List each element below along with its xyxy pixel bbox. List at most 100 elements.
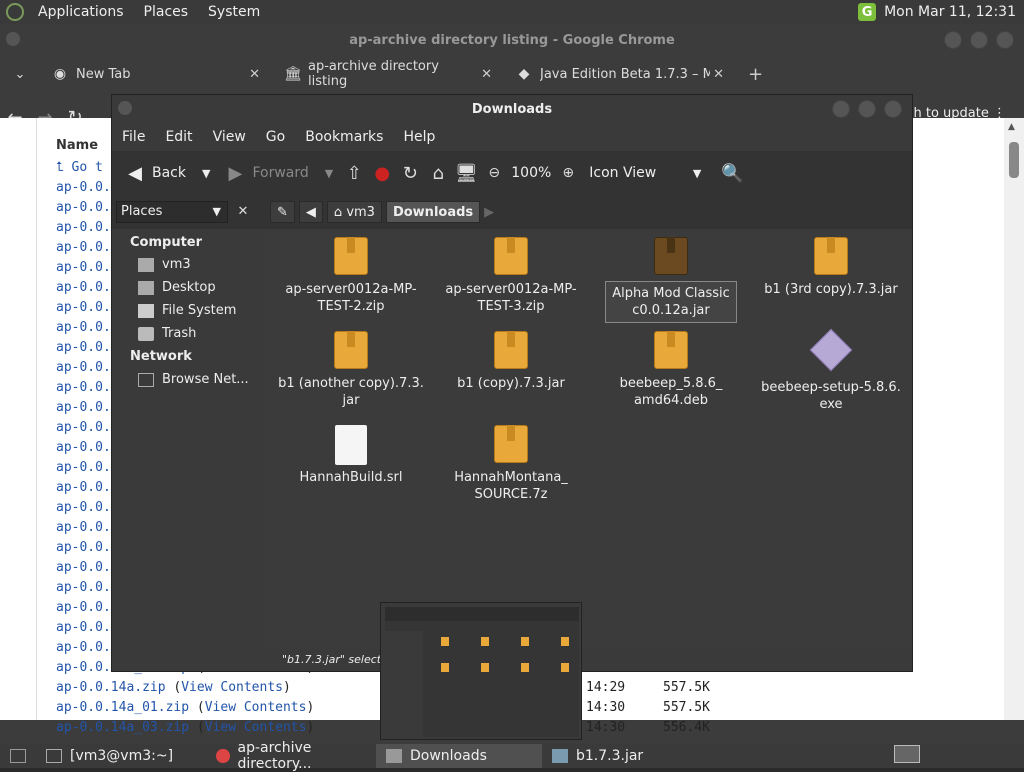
file-item[interactable]: Alpha Mod Classic c0.0.12a.jar (596, 237, 746, 323)
forward-history-dropdown-icon[interactable]: ▼ (325, 167, 333, 180)
file-link[interactable]: ap-0.0. (56, 280, 111, 295)
page-scrollbar[interactable]: ▲ (1004, 118, 1024, 720)
crumb-left-icon[interactable]: ◀ (298, 201, 323, 223)
tab-java-edition[interactable]: ◆ Java Edition Beta 1.7.3 – Mine ✕ (504, 56, 736, 92)
menu-bookmarks[interactable]: Bookmarks (295, 129, 393, 145)
file-item[interactable]: HannahMontana_ SOURCE.7z (436, 425, 586, 503)
distro-logo-icon[interactable] (6, 3, 24, 21)
workspace-switcher[interactable] (894, 745, 920, 767)
close-button[interactable] (996, 31, 1014, 49)
tab-new-tab[interactable]: ◉ New Tab ✕ (40, 56, 272, 92)
file-link[interactable]: ap-0.0. (56, 580, 111, 595)
zoom-in-icon[interactable]: ⊕ (557, 162, 579, 184)
file-link[interactable]: ap-0.0. (56, 600, 111, 615)
window-menu-button[interactable] (6, 32, 20, 46)
view-mode-select[interactable]: Icon View ▼ (585, 165, 705, 181)
fm-maximize-button[interactable] (858, 100, 876, 118)
file-link[interactable]: ap-0.0. (56, 220, 111, 235)
forward-button[interactable]: ▶ Forward ▼ (220, 162, 337, 184)
fm-close-button[interactable] (884, 100, 902, 118)
zoom-out-icon[interactable]: ⊖ (483, 162, 505, 184)
crumb-right-icon[interactable]: ▶ (484, 205, 494, 220)
file-link[interactable]: ap-0.0. (56, 200, 111, 215)
file-link[interactable]: ap-0.0. (56, 320, 111, 335)
file-link[interactable]: ap-0.0. (56, 340, 111, 355)
computer-icon[interactable]: 🖥 (455, 162, 478, 184)
file-link[interactable]: ap-0.0.14a.zip (56, 680, 166, 695)
scroll-up-icon[interactable]: ▲ (1008, 122, 1015, 132)
reload-icon[interactable]: ↻ (399, 162, 421, 184)
clock[interactable]: Mon Mar 11, 12:31 (884, 4, 1016, 20)
places-menu[interactable]: Places (138, 4, 195, 20)
file-link[interactable]: ap-0.0. (56, 520, 111, 535)
menu-help[interactable]: Help (393, 129, 445, 145)
edit-location-icon[interactable]: ✎ (270, 201, 295, 223)
minimize-button[interactable] (944, 31, 962, 49)
file-link[interactable]: ap-0.0. (56, 540, 111, 555)
view-contents-link[interactable]: View Contents (205, 720, 307, 735)
file-link[interactable]: ap-0.0. (56, 180, 111, 195)
sidebar-item-trash[interactable]: Trash (138, 326, 196, 341)
task-jar[interactable]: b1.7.3.jar (542, 744, 712, 768)
file-link[interactable]: ap-0.0. (56, 500, 111, 515)
scroll-thumb[interactable] (1009, 142, 1019, 178)
file-item[interactable]: ap-server0012a-MP- TEST-3.zip (436, 237, 586, 315)
back-button[interactable]: ◀ Back ▼ (120, 162, 214, 184)
file-link[interactable]: ap-0.0.14a_03.zip (56, 720, 189, 735)
system-menu[interactable]: System (202, 4, 266, 20)
applications-menu[interactable]: Applications (32, 4, 130, 20)
file-link[interactable]: ap-0.0. (56, 620, 111, 635)
up-folder-icon[interactable]: ⇧ (343, 162, 365, 184)
new-tab-plus-icon[interactable]: + (748, 64, 763, 85)
close-sidebar-icon[interactable]: ✕ (232, 201, 254, 223)
file-link[interactable]: ap-0.0. (56, 420, 111, 435)
close-tab-icon[interactable]: ✕ (713, 67, 724, 82)
file-item[interactable]: beebeep-setup-5.8.6. exe (756, 328, 906, 413)
search-icon[interactable]: 🔍 (721, 162, 743, 184)
file-link[interactable]: ap-0.0.14a_01.zip (56, 700, 189, 715)
close-tab-icon[interactable]: ✕ (249, 67, 260, 82)
sidebar-item-filesystem[interactable]: File System (138, 303, 236, 318)
home-icon[interactable]: ⌂ (427, 162, 449, 184)
file-item[interactable]: ap-server0012a-MP- TEST-2.zip (276, 237, 426, 315)
file-item[interactable]: beebeep_5.8.6_ amd64.deb (596, 331, 746, 409)
menu-edit[interactable]: Edit (155, 129, 202, 145)
window-preview-thumbnail[interactable] (380, 602, 582, 740)
sidebar-item-vm3[interactable]: vm3 (138, 257, 191, 272)
show-desktop-button[interactable] (0, 744, 36, 768)
tab-search-chevron-icon[interactable]: ⌄ (0, 67, 40, 82)
file-item[interactable]: b1 (copy).7.3.jar (436, 331, 586, 392)
file-item[interactable]: b1 (3rd copy).7.3.jar (756, 237, 906, 298)
view-contents-link[interactable]: View Contents (181, 680, 283, 695)
file-link[interactable]: ap-0.0. (56, 400, 111, 415)
file-link[interactable]: ap-0.0. (56, 240, 111, 255)
close-tab-icon[interactable]: ✕ (481, 67, 492, 82)
parent-directory-link[interactable]: ⮤ Go t (56, 160, 103, 175)
file-link[interactable]: ap-0.0. (56, 480, 111, 495)
fm-minimize-button[interactable] (832, 100, 850, 118)
sidebar-item-desktop[interactable]: Desktop (138, 280, 216, 295)
task-downloads[interactable]: Downloads (376, 744, 542, 768)
file-item[interactable]: HannahBuild.srl (276, 425, 426, 486)
file-link[interactable]: ap-0.0. (56, 440, 111, 455)
view-contents-link[interactable]: View Contents (205, 700, 307, 715)
sidebar-item-browse-network[interactable]: Browse Net... (138, 372, 249, 387)
file-link[interactable]: ap-0.0. (56, 460, 111, 475)
menu-go[interactable]: Go (256, 129, 295, 145)
crumb-vm3[interactable]: ⌂ vm3 (326, 201, 382, 223)
name-column-header[interactable]: Name (56, 138, 98, 153)
task-chrome[interactable]: ap-archive directory... (206, 740, 376, 772)
back-history-dropdown-icon[interactable]: ▼ (202, 167, 210, 180)
menu-file[interactable]: File (112, 129, 155, 145)
update-tray-icon[interactable]: G (858, 3, 877, 21)
file-link[interactable]: ap-0.0. (56, 560, 111, 575)
file-link[interactable]: ap-0.0. (56, 640, 111, 655)
file-link[interactable]: ap-0.0. (56, 360, 111, 375)
task-terminal[interactable]: [vm3@vm3:~] (36, 744, 206, 768)
maximize-button[interactable] (970, 31, 988, 49)
stop-icon[interactable]: ● (371, 162, 393, 184)
tab-ap-archive[interactable]: 🏛 ap-archive directory listing ✕ (272, 56, 504, 92)
places-select[interactable]: Places ▼ (116, 201, 228, 223)
file-link[interactable]: ap-0.0. (56, 300, 111, 315)
fm-window-menu-button[interactable] (118, 101, 132, 115)
